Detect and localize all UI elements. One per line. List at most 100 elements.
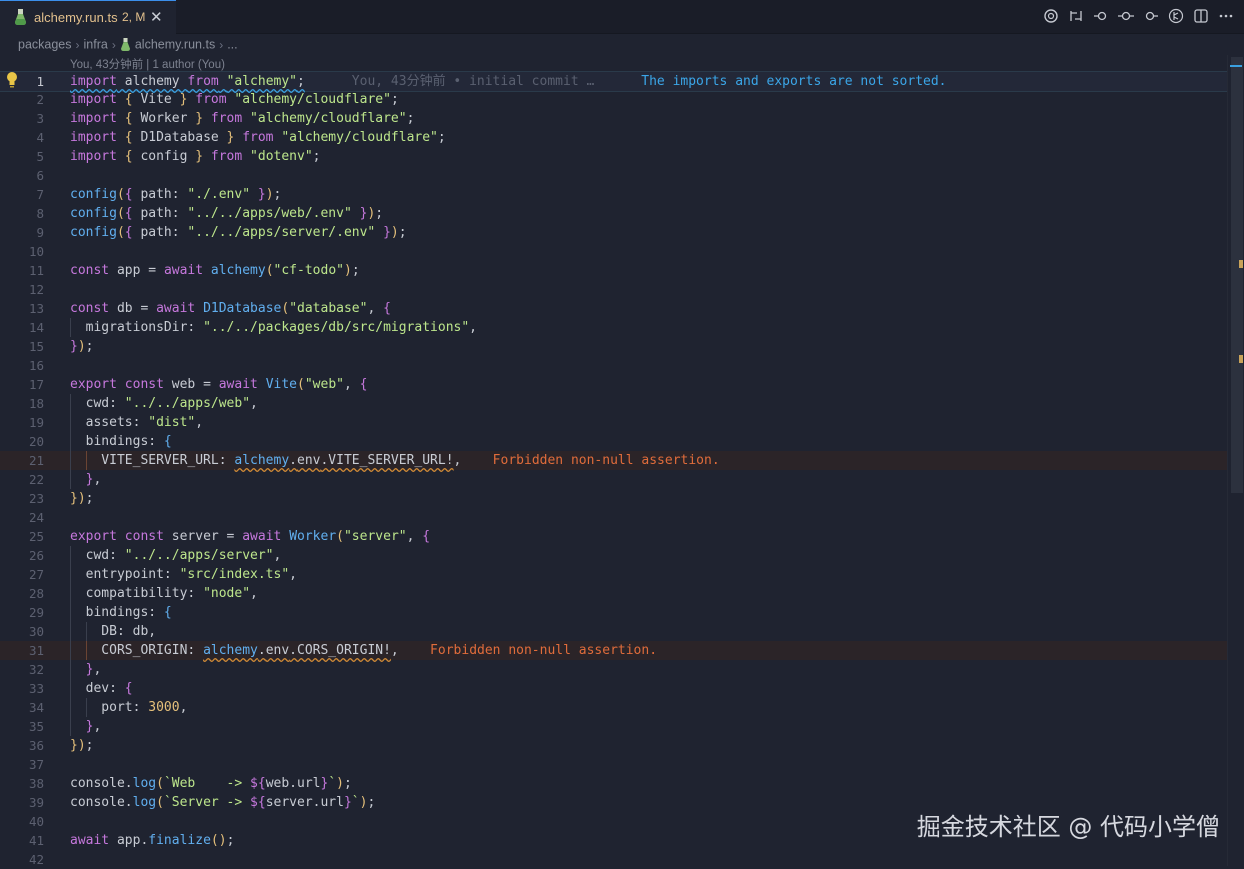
more-actions-icon[interactable] — [1218, 8, 1234, 24]
chevron-right-icon: › — [111, 37, 116, 52]
scrollbar-warning-marker — [1239, 355, 1243, 363]
code-line[interactable]: 12 — [0, 280, 1230, 299]
go-back-icon[interactable] — [1093, 8, 1109, 24]
code-line[interactable]: 37 — [0, 755, 1230, 774]
scrollbar-thumb[interactable] — [1231, 57, 1243, 493]
line-number: 20 — [28, 434, 44, 449]
line-number: 31 — [28, 643, 44, 658]
compare-changes-icon[interactable] — [1068, 8, 1084, 24]
code-line[interactable]: 34 port: 3000, — [0, 698, 1230, 717]
tab-title: alchemy.run.ts — [34, 10, 118, 25]
code-line[interactable]: 38 console.log(`Web -> ${web.url}`); — [0, 774, 1230, 793]
editor-actions — [1043, 8, 1234, 26]
code-line[interactable]: 3 import { Worker } from "alchemy/cloudfl… — [0, 109, 1230, 128]
line-number: 36 — [28, 738, 44, 753]
code-line[interactable]: 4 import { D1Database } from "alchemy/clo… — [0, 128, 1230, 147]
code-text: entrypoint: "src/index.ts", — [70, 567, 297, 582]
split-editor-icon[interactable] — [1193, 8, 1209, 24]
line-number: 35 — [28, 719, 44, 734]
line-number: 4 — [36, 130, 44, 145]
inline-diagnostic-warning: Forbidden non-null assertion. — [461, 453, 720, 468]
code-line[interactable]: 29 bindings: { — [0, 603, 1230, 622]
code-editor[interactable]: 1 import alchemy from "alchemy"; You, 43分… — [0, 71, 1244, 869]
line-number: 11 — [28, 263, 44, 278]
breadcrumb-packages[interactable]: packages — [18, 38, 72, 52]
code-text: import { config } from "dotenv"; — [70, 149, 321, 164]
code-line[interactable]: 6 — [0, 166, 1230, 185]
lightbulb-icon[interactable] — [5, 71, 19, 89]
code-line[interactable]: 14 migrationsDir: "../../packages/db/src… — [0, 318, 1230, 337]
line-number: 21 — [28, 453, 44, 468]
code-line[interactable]: 30 DB: db, — [0, 622, 1230, 641]
codelens-authors[interactable]: You, 43分钟前 | 1 author (You) — [70, 56, 225, 72]
go-forward-icon[interactable] — [1143, 8, 1159, 24]
code-text: config({ path: "../../apps/web/.env" }); — [70, 206, 384, 221]
scrollbar-warning-marker — [1239, 260, 1243, 268]
code-line[interactable]: 18 cwd: "../../apps/web", — [0, 394, 1230, 413]
breadcrumb-infra[interactable]: infra — [84, 38, 108, 52]
line-number: 22 — [28, 472, 44, 487]
tab-alchemy-run-ts[interactable]: alchemy.run.ts 2, M ✕ — [0, 0, 176, 34]
code-text: await app.finalize(); — [70, 833, 235, 848]
code-line[interactable]: 10 — [0, 242, 1230, 261]
code-line[interactable]: 23}); — [0, 489, 1230, 508]
code-text: CORS_ORIGIN: alchemy.env.CORS_ORIGIN!, F… — [70, 643, 658, 658]
vertical-scrollbar[interactable] — [1227, 55, 1244, 866]
inline-diagnostic-info: The imports and exports are not sorted. — [594, 74, 947, 89]
code-line[interactable]: 15}); — [0, 337, 1230, 356]
code-line[interactable]: 13 const db = await D1Database("database"… — [0, 299, 1230, 318]
code-line[interactable]: 28 compatibility: "node", — [0, 584, 1230, 603]
code-line[interactable]: 8 config({ path: "../../apps/web/.env" })… — [0, 204, 1230, 223]
code-line[interactable]: 32 }, — [0, 660, 1230, 679]
code-text: compatibility: "node", — [70, 586, 258, 601]
code-line[interactable]: 11 const app = await alchemy("cf-todo"); — [0, 261, 1230, 280]
line-number: 17 — [28, 377, 44, 392]
code-line[interactable]: 33 dev: { — [0, 679, 1230, 698]
code-line[interactable]: 26 cwd: "../../apps/server", — [0, 546, 1230, 565]
tab-bar: alchemy.run.ts 2, M ✕ — [0, 0, 1244, 34]
code-line[interactable]: 17 export const web = await Vite("web", { — [0, 375, 1230, 394]
line-number: 34 — [28, 700, 44, 715]
line-number: 19 — [28, 415, 44, 430]
git-commit-icon[interactable] — [1118, 8, 1134, 24]
code-line[interactable]: 20 bindings: { — [0, 432, 1230, 451]
code-line[interactable]: 21 VITE_SERVER_URL: alchemy.env.VITE_SER… — [0, 451, 1230, 470]
code-text: config({ path: "./.env" }); — [70, 187, 282, 202]
line-number: 41 — [28, 833, 44, 848]
line-number: 25 — [28, 529, 44, 544]
line-number: 33 — [28, 681, 44, 696]
breadcrumb-file[interactable]: alchemy.run.ts — [135, 38, 215, 52]
code-line[interactable]: 31 CORS_ORIGIN: alchemy.env.CORS_ORIGIN!… — [0, 641, 1230, 660]
code-line[interactable]: 9 config({ path: "../../apps/server/.env"… — [0, 223, 1230, 242]
tab-problem-badge: 2, M — [122, 10, 146, 24]
code-text: bindings: { — [70, 605, 172, 620]
line-number: 30 — [28, 624, 44, 639]
line-number: 13 — [28, 301, 44, 316]
line-number: 6 — [36, 168, 44, 183]
line-number: 42 — [28, 852, 44, 867]
line-number: 5 — [36, 149, 44, 164]
code-line[interactable]: 22 }, — [0, 470, 1230, 489]
openai-icon[interactable] — [1043, 8, 1059, 24]
code-line[interactable]: 2 import { Vite } from "alchemy/cloudflar… — [0, 90, 1230, 109]
code-line[interactable]: 5 import { config } from "dotenv"; — [0, 147, 1230, 166]
code-line[interactable]: 19 assets: "dist", — [0, 413, 1230, 432]
code-text: cwd: "../../apps/server", — [70, 548, 282, 563]
code-line[interactable]: 16 — [0, 356, 1230, 375]
code-text: }); — [70, 339, 94, 354]
code-line[interactable]: 1 import alchemy from "alchemy"; You, 43分… — [0, 71, 1230, 92]
code-line[interactable]: 36}); — [0, 736, 1230, 755]
line-number: 7 — [36, 187, 44, 202]
git-graph-icon[interactable] — [1168, 8, 1184, 24]
code-line[interactable]: 42 — [0, 850, 1230, 869]
line-number: 28 — [28, 586, 44, 601]
code-line[interactable]: 24 — [0, 508, 1230, 527]
inline-diagnostic-warning: Forbidden non-null assertion. — [398, 643, 658, 658]
code-line[interactable]: 27 entrypoint: "src/index.ts", — [0, 565, 1230, 584]
line-number: 3 — [36, 111, 44, 126]
breadcrumb-symbols[interactable]: ... — [227, 38, 237, 52]
code-line[interactable]: 35 }, — [0, 717, 1230, 736]
code-line[interactable]: 25 export const server = await Worker("se… — [0, 527, 1230, 546]
code-line[interactable]: 7 config({ path: "./.env" }); — [0, 185, 1230, 204]
close-icon[interactable]: ✕ — [150, 8, 163, 26]
